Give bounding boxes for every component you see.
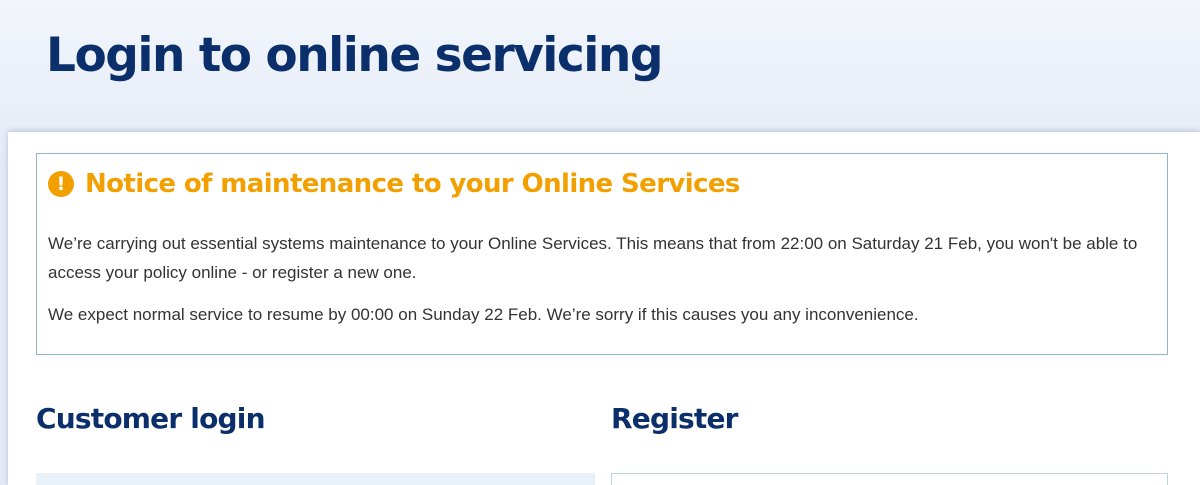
page-title: Login to online servicing: [46, 28, 663, 83]
exclamation-circle-icon: !: [48, 171, 74, 197]
page-header: Login to online servicing: [0, 0, 1200, 132]
customer-login-heading: Customer login: [36, 402, 266, 435]
content-panel: ! Notice of maintenance to your Online S…: [8, 132, 1200, 485]
customer-login-panel: [36, 473, 595, 485]
notice-paragraph: We’re carrying out essential systems mai…: [48, 234, 1138, 282]
register-heading: Register: [611, 402, 738, 435]
notice-title: Notice of maintenance to your Online Ser…: [85, 169, 740, 199]
notice-paragraph: We expect normal service to resume by 00…: [48, 305, 919, 324]
maintenance-notice: ! Notice of maintenance to your Online S…: [36, 153, 1168, 355]
register-panel: [611, 473, 1168, 485]
notice-heading: ! Notice of maintenance to your Online S…: [48, 164, 740, 204]
